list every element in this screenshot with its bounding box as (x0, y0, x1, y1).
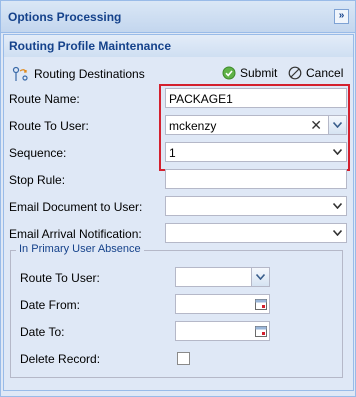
stop-rule-field[interactable] (165, 169, 347, 189)
chevron-down-icon[interactable] (329, 197, 346, 215)
options-processing-panel: Options Processing » Routing Profile Mai… (0, 0, 356, 397)
check-icon (222, 66, 236, 80)
highlight-box (159, 84, 350, 171)
date-from-field[interactable] (175, 294, 270, 314)
cancel-icon (288, 66, 302, 80)
routing-destinations-label: Routing Destinations (34, 67, 145, 81)
toolbar: Routing Destinations Submit Cancel (4, 57, 353, 87)
absence-group-legend: In Primary User Absence (16, 243, 144, 255)
cancel-label: Cancel (306, 66, 344, 80)
absence-route-to-user-combo[interactable] (175, 267, 270, 287)
collapse-icon[interactable]: » (334, 9, 349, 24)
subpanel-header: Routing Profile Maintenance (3, 34, 354, 58)
chevron-down-icon[interactable] (329, 224, 346, 242)
date-to-label: Date To: (20, 325, 65, 339)
routing-destinations-icon (12, 66, 28, 81)
email-document-combo[interactable] (165, 196, 347, 216)
routing-destinations-button[interactable]: Routing Destinations (12, 66, 145, 82)
panel-title: Options Processing (8, 10, 122, 24)
delete-record-checkbox[interactable] (177, 352, 190, 365)
stop-rule-label: Stop Rule: (9, 173, 66, 187)
email-arrival-label: Email Arrival Notification: (9, 227, 142, 241)
chevron-down-icon[interactable] (251, 268, 269, 286)
route-to-user-label: Route To User: (9, 119, 89, 133)
subpanel-title: Routing Profile Maintenance (9, 39, 172, 53)
sequence-label: Sequence: (9, 146, 67, 160)
delete-record-label: Delete Record: (20, 352, 101, 366)
email-document-label: Email Document to User: (9, 200, 143, 214)
cancel-button[interactable]: Cancel (288, 66, 343, 80)
calendar-icon[interactable] (252, 322, 269, 340)
date-from-label: Date From: (20, 298, 81, 312)
absence-route-to-user-label: Route To User: (20, 271, 100, 285)
form-body: Routing Destinations Submit Cancel Route… (3, 57, 354, 391)
route-name-label: Route Name: (9, 92, 80, 106)
panel-header: Options Processing » (1, 1, 355, 33)
submit-label: Submit (240, 66, 278, 80)
submit-button[interactable]: Submit (222, 66, 277, 80)
date-to-field[interactable] (175, 321, 270, 341)
calendar-icon[interactable] (252, 295, 269, 313)
email-arrival-combo[interactable] (165, 223, 347, 243)
